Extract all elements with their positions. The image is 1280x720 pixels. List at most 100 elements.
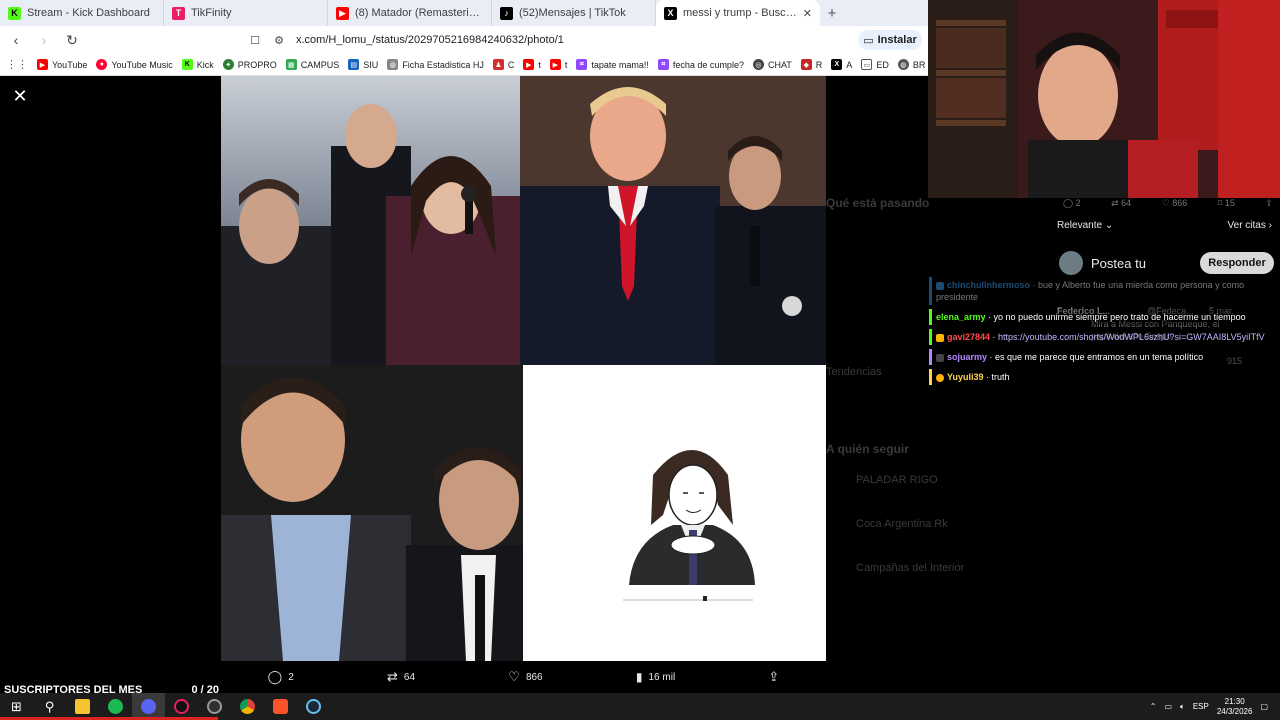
- bookmark-t1[interactable]: ▶ t: [523, 59, 541, 70]
- taskbar-brave[interactable]: [264, 693, 297, 720]
- network-icon[interactable]: ▭: [1164, 702, 1172, 711]
- reply-input[interactable]: Postea tu: [1091, 256, 1200, 271]
- follow-item[interactable]: PALADAR RIGO: [856, 474, 938, 486]
- install-app-button[interactable]: ▭ Instalar: [858, 30, 922, 50]
- like-action[interactable]: ♡ 866: [1162, 198, 1188, 212]
- ver-citas-label: Ver citas: [1227, 220, 1266, 231]
- tweet-side-panel: ◯ 2 ⇄ 64 ♡ 866 ⌑ 15 ⇪ Relevante ⌄ Ver ci…: [1047, 198, 1280, 693]
- follow-item[interactable]: Coca Argentina Rk: [856, 518, 948, 530]
- bookmark-youtube-music[interactable]: ● YouTube Music: [96, 59, 173, 70]
- repost-count: 64: [1121, 198, 1132, 208]
- chat-username: elena_army: [936, 312, 986, 322]
- volume-icon[interactable]: 🔈︎: [1180, 702, 1185, 712]
- propro-icon: ✦: [222, 59, 234, 70]
- stream-chat-overlay: chinchullnhermoso · bue y Alberto fue un…: [929, 277, 1280, 389]
- taskbar-tiktok[interactable]: [165, 693, 198, 720]
- chat-message: elena_army · yo no puedo unirme siempre …: [929, 309, 1280, 325]
- notifications-icon[interactable]: ▢: [1260, 702, 1268, 711]
- address-bar[interactable]: ☐ ⚙ x.com/H_lomu_/status/202970521698424…: [248, 29, 858, 51]
- tab-tiktok-messages[interactable]: ♪ (52)Mensajes | TikTok: [492, 0, 656, 26]
- bookmark-chat[interactable]: ◎ CHAT: [752, 59, 792, 70]
- share-icon[interactable]: ⇪: [1265, 198, 1273, 212]
- apps-grid-icon[interactable]: ⋮⋮: [6, 58, 28, 71]
- chat-message: chinchullnhermoso · bue y Alberto fue un…: [929, 277, 1280, 305]
- bookmark-tapate[interactable]: ⌗ tapate mama!!: [576, 59, 649, 70]
- bookmark-campus[interactable]: ▦ CAMPUS: [285, 59, 339, 70]
- share-button[interactable]: ⇪: [768, 669, 779, 685]
- bookmark-r[interactable]: ◆ R: [800, 59, 823, 70]
- brave-icon: [273, 699, 288, 714]
- bookmark-propro[interactable]: ✦ PROPRO: [222, 59, 277, 70]
- bookmark-label: fecha de cumple?: [672, 59, 744, 70]
- tab-kick-dashboard[interactable]: K Stream - Kick Dashboard: [0, 0, 164, 26]
- back-button[interactable]: ‹: [6, 30, 26, 50]
- trend-item[interactable]: Tendencias: [826, 366, 882, 378]
- bookmark-c[interactable]: ♟ C: [492, 59, 514, 70]
- bookmark-label: R: [815, 59, 823, 70]
- streamer-webcam: [928, 0, 1280, 198]
- reload-button[interactable]: ↻: [62, 30, 82, 50]
- taskbar-spotify[interactable]: [99, 693, 132, 720]
- chat-link[interactable]: https://youtube.com/shorts/WodWPL6szhU?s…: [998, 332, 1265, 342]
- tab-label: (52)Mensajes | TikTok: [519, 7, 626, 19]
- youtube-icon: ▶: [549, 59, 561, 70]
- browser-tabbar: K Stream - Kick Dashboard T TikFinity ▶ …: [0, 0, 928, 26]
- follow-item[interactable]: Campañas del Interior: [856, 562, 964, 574]
- photo-suits: [520, 76, 826, 365]
- bookmark-star-icon[interactable]: ☐: [248, 33, 262, 47]
- forward-button[interactable]: ›: [34, 30, 54, 50]
- sort-dropdown[interactable]: Relevante ⌄: [1057, 220, 1113, 231]
- youtube-icon: ▶: [523, 59, 535, 70]
- repost-icon: ⇄: [387, 669, 398, 684]
- taskbar-discord[interactable]: [132, 693, 165, 720]
- start-button[interactable]: ⊞: [0, 693, 33, 720]
- views-button[interactable]: ▮ 16 mil: [636, 670, 675, 684]
- tab-label: TikFinity: [191, 7, 232, 19]
- chevron-up-icon[interactable]: ⌃: [1150, 702, 1157, 711]
- url-text: x.com/H_lomu_/status/2029705216984240632…: [296, 34, 564, 46]
- views-count: 16 mil: [648, 671, 676, 683]
- repost-button[interactable]: ⇄ 64: [387, 669, 415, 685]
- tweet-photo[interactable]: [221, 76, 826, 661]
- badge-icon: [936, 281, 944, 290]
- bookmark-label: CHAT: [767, 59, 792, 70]
- taskbar-obs[interactable]: [198, 693, 231, 720]
- taskbar-steam[interactable]: [297, 693, 330, 720]
- tab-tikfinity[interactable]: T TikFinity: [164, 0, 328, 26]
- search-button[interactable]: ⚲: [33, 693, 66, 720]
- chat-username: gavi27844: [947, 332, 991, 342]
- bookmark-siu[interactable]: ▤ SIU: [348, 59, 378, 70]
- bookmark-t2[interactable]: ▶ t: [549, 59, 567, 70]
- tweet-actions-row: ◯ 2 ⇄ 64 ♡ 866 ⌑ 15 ⇪: [1063, 198, 1273, 212]
- language-indicator[interactable]: ESP: [1193, 702, 1209, 711]
- site-info-icon[interactable]: ⚙: [272, 33, 286, 47]
- bookmark-a[interactable]: XA: [831, 59, 852, 70]
- new-tab-button[interactable]: +: [820, 0, 844, 26]
- bookmark-ficha[interactable]: ◍ Ficha Estadistica HJ: [387, 59, 484, 70]
- river-icon: ◆: [800, 59, 812, 70]
- like-button[interactable]: ♡ 866: [508, 669, 542, 685]
- ver-citas-link[interactable]: Ver citas ›: [1228, 220, 1272, 231]
- bookmark-fecha[interactable]: ⌗ fecha de cumple?: [657, 59, 744, 70]
- chat-message: gavi27844 · https://youtube.com/shorts/W…: [929, 329, 1280, 345]
- repost-action[interactable]: ⇄ 64: [1111, 198, 1131, 212]
- close-viewer-button[interactable]: ✕: [12, 87, 28, 105]
- tab-youtube-matador[interactable]: ▶ (8) Matador (Remasterizado 2008) -: [328, 0, 492, 26]
- clock[interactable]: 21:30 24/3/2026: [1217, 697, 1253, 717]
- tab-x-search[interactable]: X messi y trump - Buscar / X ✕: [656, 0, 820, 26]
- bookmark-youtube[interactable]: ▶ YouTube: [37, 59, 87, 70]
- close-tab-icon[interactable]: ✕: [803, 7, 812, 20]
- photo-cell-bottom-left: [221, 365, 523, 661]
- responder-button[interactable]: Responder: [1200, 252, 1274, 274]
- bookmark-br[interactable]: ◍ BR: [897, 59, 925, 70]
- reply-button[interactable]: ◯ 2: [268, 669, 294, 685]
- chat-username: Yuyuli39: [947, 372, 984, 382]
- taskbar-explorer[interactable]: [66, 693, 99, 720]
- bookmark-kick[interactable]: K Kick: [181, 59, 214, 70]
- system-tray: ⌃ ▭ 🔈︎ ESP 21:30 24/3/2026 ▢: [1150, 693, 1268, 720]
- taskbar-chrome[interactable]: [231, 693, 264, 720]
- reply-action[interactable]: ◯ 2: [1063, 198, 1081, 212]
- bookmark-action[interactable]: ⌑ 15: [1218, 198, 1235, 212]
- bookmark-ed[interactable]: ▭ ED: [861, 59, 889, 70]
- bookmarks-bar: ⋮⋮ ▶ YouTube ● YouTube Music K Kick ✦ PROPRO…: [0, 54, 956, 76]
